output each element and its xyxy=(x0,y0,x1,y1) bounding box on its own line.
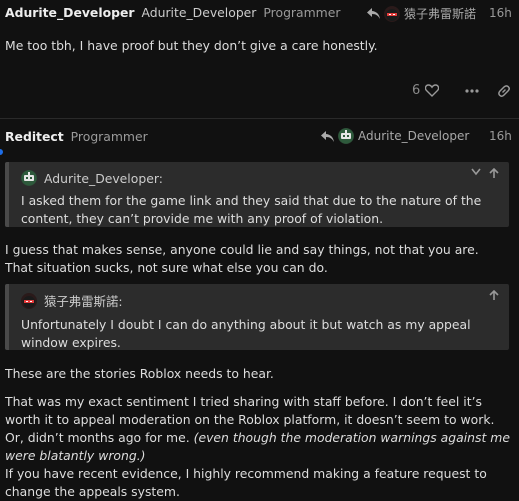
post-paragraph: These are the stories Roblox needs to he… xyxy=(5,366,274,381)
avatar xyxy=(384,5,400,22)
reply-to-link[interactable]: 猿子弗雷斯諾 xyxy=(367,5,476,22)
quote-block: Adurite_Developer: I asked them for the … xyxy=(5,162,509,227)
quote-text: I asked them for the game link and they … xyxy=(21,193,482,226)
avatar xyxy=(21,293,37,309)
chevron-down-icon[interactable] xyxy=(471,168,481,176)
avatar xyxy=(21,170,37,186)
quote-block: 猿子弗雷斯諾: Unfortunately I doubt I can do a… xyxy=(5,284,509,350)
reply-arrow-icon xyxy=(321,130,334,142)
heart-icon[interactable] xyxy=(425,84,440,97)
more-options-icon[interactable] xyxy=(465,88,479,93)
full-name[interactable]: Adurite_Developer xyxy=(141,5,256,20)
reply-to-username: Adurite_Developer xyxy=(358,129,470,143)
quote-header[interactable]: 猿子弗雷斯諾: xyxy=(21,292,123,310)
post-paragraph: If you have recent evidence, I highly re… xyxy=(5,466,487,499)
post-actions: 6 xyxy=(412,83,511,98)
arrow-up-icon[interactable] xyxy=(489,290,499,300)
reply-arrow-icon xyxy=(367,8,380,19)
quote-header[interactable]: Adurite_Developer: xyxy=(21,170,163,186)
quote-author: 猿子弗雷斯諾: xyxy=(44,294,123,309)
like-count[interactable]: 6 xyxy=(412,83,420,98)
avatar xyxy=(338,128,354,144)
post-meta: Adurite_Developer Adurite_Developer Prog… xyxy=(5,5,340,20)
reply-to-link[interactable]: Adurite_Developer xyxy=(321,128,469,144)
username-link[interactable]: Reditect xyxy=(5,129,64,144)
quote-text: Unfortunately I doubt I can do anything … xyxy=(21,317,471,350)
post-date[interactable]: 16h xyxy=(489,6,512,20)
username-link[interactable]: Adurite_Developer xyxy=(5,5,134,20)
link-icon[interactable] xyxy=(497,84,511,98)
post-meta: Reditect Programmer xyxy=(5,129,148,144)
post-reditect: Reditect Programmer Adurite_Developer 16… xyxy=(0,119,519,500)
quote-controls xyxy=(471,168,499,178)
quote-author: Adurite_Developer: xyxy=(44,170,163,186)
reply-to-username: 猿子弗雷斯諾 xyxy=(404,7,477,21)
post-body: Me too tbh, I have proof but they don’t … xyxy=(5,38,378,53)
user-title: Programmer xyxy=(263,5,341,20)
post-adurite: Adurite_Developer Adurite_Developer Prog… xyxy=(0,0,519,118)
quote-controls xyxy=(489,290,499,300)
post-paragraph: That was my exact sentiment I tried shar… xyxy=(5,393,510,465)
post-paragraph: I guess that makes sense, anyone could l… xyxy=(5,242,479,275)
user-title: Programmer xyxy=(70,129,148,144)
post-date[interactable]: 16h xyxy=(489,129,512,143)
arrow-up-icon[interactable] xyxy=(489,168,499,178)
